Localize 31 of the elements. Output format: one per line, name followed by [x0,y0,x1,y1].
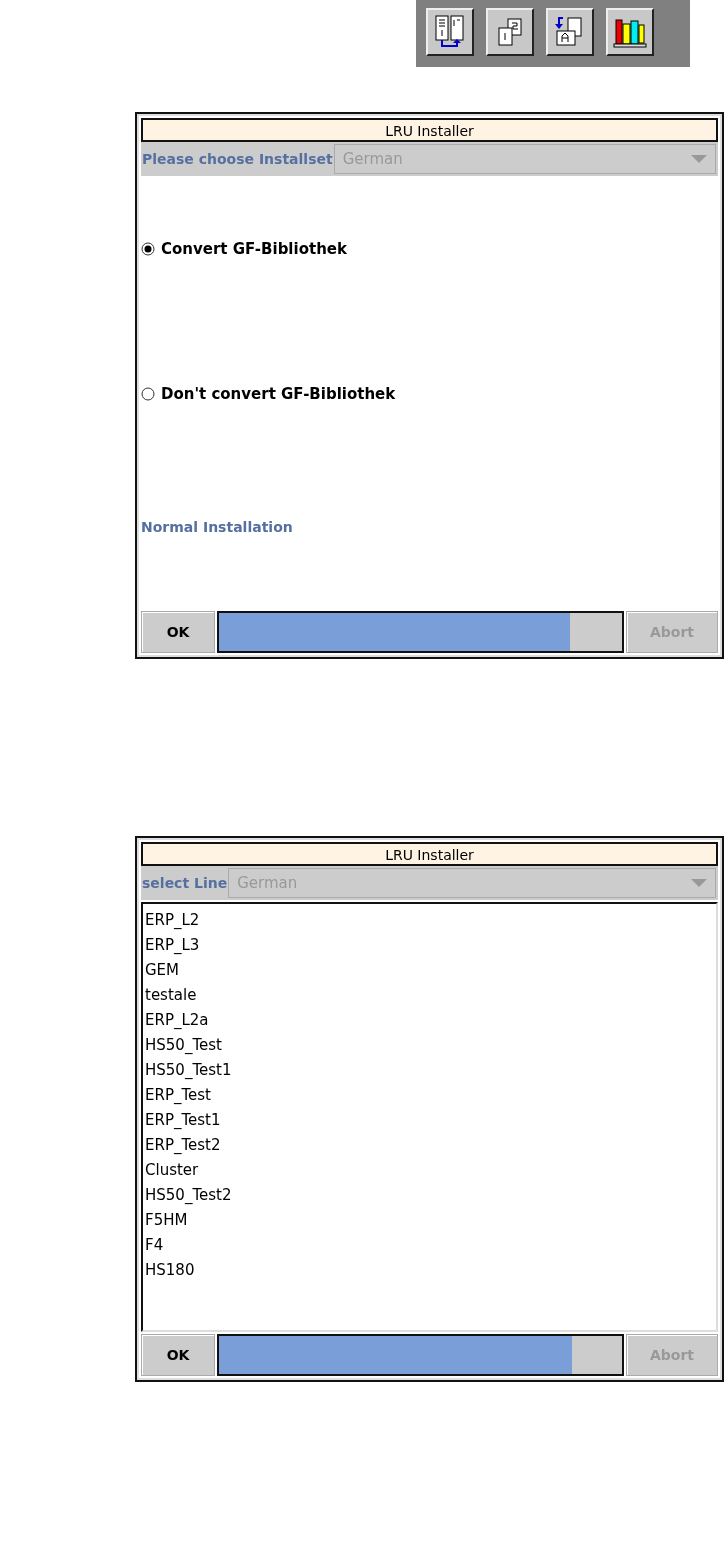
window-title: LRU Installer [141,118,718,142]
toolbar-button[interactable] [486,8,534,56]
list-item[interactable]: F4 [143,1235,716,1260]
list-item[interactable]: ERP_Test2 [143,1135,716,1160]
list-item[interactable]: F5HM [143,1210,716,1235]
radio-option[interactable]: Convert GF-Bibliothek [141,240,347,258]
list-item[interactable]: testale [143,985,716,1010]
list-item[interactable]: HS50_Test1 [143,1060,716,1085]
toolbar-button[interactable] [546,8,594,56]
list-item[interactable]: Cluster [143,1160,716,1185]
list-item[interactable]: ERP_L3 [143,935,716,960]
list-item[interactable]: ERP_Test [143,1085,716,1110]
list-item[interactable]: ERP_L2a [143,1010,716,1035]
list-item[interactable]: HS50_Test2 [143,1185,716,1210]
list-item[interactable]: ERP_L2 [143,910,716,935]
toolbar-button[interactable] [426,8,474,56]
caret-icon [691,155,707,163]
radio-option[interactable]: Don't convert GF-Bibliothek [141,385,396,403]
ok-button[interactable]: OK [141,1334,215,1376]
combo-label: select Line [141,874,229,893]
list-item[interactable]: HS180 [143,1260,716,1285]
list-item[interactable]: ERP_Test1 [143,1110,716,1135]
toolbar-button[interactable] [606,8,654,56]
combo-label: Please choose Installset [141,150,334,169]
list-item[interactable]: GEM [143,960,716,985]
ok-button[interactable]: OK [141,611,215,653]
installation-note: Normal Installation [141,519,294,535]
caret-icon [691,879,707,887]
columns-icon [433,14,467,50]
window-title: LRU Installer [141,842,718,866]
list-item[interactable]: HS50_Test [143,1035,716,1060]
